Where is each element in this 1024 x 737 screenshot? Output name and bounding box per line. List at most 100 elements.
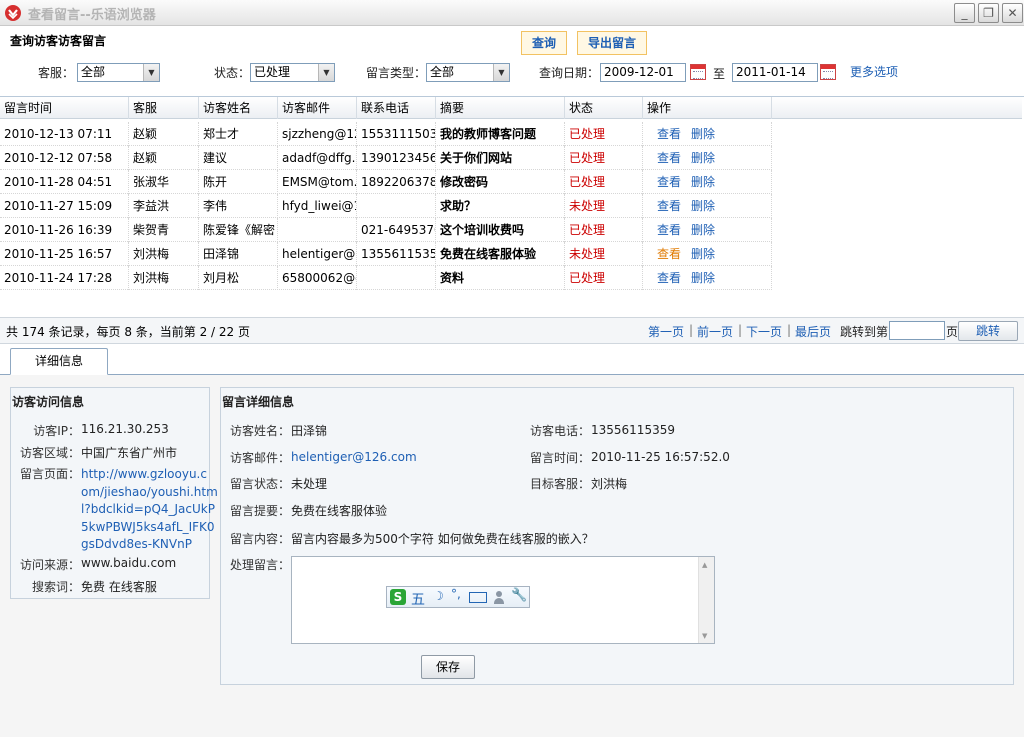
calendar-icon[interactable] bbox=[690, 64, 706, 80]
date-from-input[interactable]: 2009-12-01 bbox=[600, 63, 686, 82]
date-separator: 至 bbox=[713, 67, 726, 81]
cell-phone: 021-6495370 bbox=[357, 218, 436, 242]
visit-page-link[interactable]: http://www.gzlooyu.c om/jieshao/youshi.h… bbox=[81, 466, 218, 554]
table-row[interactable]: 2010-12-12 07:58 赵颖 建议 adadf@dffg.v 13901234… bbox=[0, 146, 772, 170]
header-summary: 摘要 bbox=[436, 97, 565, 119]
message-content-label: 留言内容： bbox=[229, 532, 290, 546]
cell-summary: 修改密码 bbox=[436, 170, 565, 194]
view-link[interactable]: 查看 bbox=[657, 199, 681, 213]
search-button[interactable]: 查询 bbox=[521, 31, 568, 55]
view-link[interactable]: 查看 bbox=[657, 127, 681, 141]
export-button[interactable]: 导出留言 bbox=[577, 31, 648, 55]
prev-page-link[interactable]: 前一页 bbox=[697, 323, 733, 340]
close-button[interactable]: ✕ bbox=[1002, 3, 1023, 23]
source-label: 访问来源： bbox=[19, 558, 80, 572]
table-row[interactable]: 2010-11-25 16:57 刘洪梅 田泽锦 helentiger@1 135561… bbox=[0, 242, 772, 266]
scroll-down-icon[interactable]: ▼ bbox=[702, 632, 707, 640]
cell-summary: 免费在线客服体验 bbox=[436, 242, 565, 266]
calendar-icon[interactable] bbox=[820, 64, 836, 80]
cell-email: adadf@dffg.v bbox=[278, 146, 357, 170]
delete-link[interactable]: 删除 bbox=[691, 175, 715, 189]
visitor-phone-value: 13556115359 bbox=[591, 423, 675, 437]
cell-summary: 我的教师博客问题 bbox=[436, 122, 565, 146]
cell-actions: 查看 删除 bbox=[643, 218, 772, 242]
restore-button[interactable]: ❐ bbox=[978, 3, 999, 23]
view-link[interactable]: 查看 bbox=[657, 151, 681, 165]
message-summary-value: 免费在线客服体验 bbox=[291, 504, 388, 518]
page-url-line: 5kwPBWJ5ks4afL_IFK0 bbox=[81, 519, 215, 534]
delete-link[interactable]: 删除 bbox=[691, 271, 715, 285]
cell-phone: 18922063789 bbox=[357, 170, 436, 194]
page-url-line: http://www.gzlooyu.c bbox=[81, 467, 207, 481]
delete-link[interactable]: 删除 bbox=[691, 247, 715, 261]
cell-agent: 赵颖 bbox=[129, 122, 199, 146]
service-select[interactable]: 全部 ▼ bbox=[77, 63, 160, 82]
view-link[interactable]: 查看 bbox=[657, 223, 681, 237]
cell-actions: 查看 删除 bbox=[643, 122, 772, 146]
textarea-scrollbar[interactable]: ▲ ▼ bbox=[698, 557, 714, 643]
table-row[interactable]: 2010-11-27 15:09李益洪李伟hfyd_liwei@1(求助？未处理… bbox=[0, 194, 772, 218]
pager-separator: | bbox=[689, 323, 694, 337]
page-url-line: om/jieshao/youshi.htm bbox=[81, 484, 218, 499]
message-content-value: 留言内容最多为500个字符 如何做免费在线客服的嵌入？ bbox=[291, 532, 594, 546]
last-page-link[interactable]: 最后页 bbox=[795, 323, 831, 340]
visitor-name-value: 田泽锦 bbox=[291, 424, 328, 438]
cell-time: 2010-11-26 16:39 bbox=[0, 218, 129, 242]
delete-link[interactable]: 删除 bbox=[691, 127, 715, 141]
table-row[interactable]: 2010-11-28 04:51 张淑华 陈开 EMSM@tom.c 189220637… bbox=[0, 170, 772, 194]
minimize-button[interactable]: _ bbox=[954, 3, 975, 23]
cell-actions: 查看 删除 bbox=[643, 146, 772, 170]
view-link[interactable]: 查看 bbox=[657, 175, 681, 189]
message-time-label: 留言时间： bbox=[529, 451, 590, 465]
cell-status: 已处理 bbox=[565, 146, 643, 170]
cell-time: 2010-11-24 17:28 bbox=[0, 266, 129, 290]
view-link[interactable]: 查看 bbox=[657, 271, 681, 285]
delete-link[interactable]: 删除 bbox=[691, 199, 715, 213]
goto-button[interactable]: 跳转 bbox=[958, 321, 1018, 341]
first-page-link[interactable]: 第一页 bbox=[648, 323, 684, 340]
source-value: www.baidu.com bbox=[81, 556, 177, 570]
cell-agent: 赵颖 bbox=[129, 146, 199, 170]
cell-summary: 关于你们网站 bbox=[436, 146, 565, 170]
keyword-label: 搜索词： bbox=[31, 580, 80, 594]
save-button[interactable]: 保存 bbox=[421, 655, 475, 679]
app-logo-icon bbox=[5, 5, 21, 21]
delete-link[interactable]: 删除 bbox=[691, 223, 715, 237]
cell-phone: 13901234567 bbox=[357, 146, 436, 170]
header-actions: 操作 bbox=[643, 97, 772, 119]
service-select-value: 全部 bbox=[81, 65, 106, 79]
delete-link[interactable]: 删除 bbox=[691, 151, 715, 165]
cell-actions: 查看 删除 bbox=[643, 266, 772, 290]
region-label: 访客区域： bbox=[19, 446, 80, 460]
type-select[interactable]: 全部 ▼ bbox=[426, 63, 510, 82]
table-row[interactable]: 2010-11-24 17:28 刘洪梅 刘月松 65800062@q 资料 已处理 查看删… bbox=[0, 266, 772, 290]
visitor-email-link[interactable]: helentiger@126.com bbox=[291, 450, 417, 464]
next-page-link[interactable]: 下一页 bbox=[746, 323, 782, 340]
keyboard-icon bbox=[469, 592, 487, 603]
ip-label: 访客IP： bbox=[33, 424, 80, 438]
cell-status: 已处理 bbox=[565, 266, 643, 290]
status-select[interactable]: 已处理 ▼ bbox=[250, 63, 335, 82]
cell-email: hfyd_liwei@1( bbox=[278, 194, 357, 218]
date-to-input[interactable]: 2011-01-14 bbox=[732, 63, 818, 82]
scroll-up-icon[interactable]: ▲ bbox=[702, 561, 707, 569]
table-row[interactable]: 2010-12-13 07:11赵颖郑士才sjzzheng@1261553111… bbox=[0, 122, 772, 146]
tab-detail[interactable]: 详细信息 bbox=[10, 348, 108, 375]
target-agent-value: 刘洪梅 bbox=[591, 477, 628, 491]
cell-visitor-name: 建议 bbox=[199, 146, 278, 170]
chevron-down-icon: ▼ bbox=[143, 64, 159, 81]
goto-page-input[interactable] bbox=[889, 321, 945, 340]
ime-toolbar[interactable]: S 五 ☽ °, 🔧 bbox=[386, 586, 530, 608]
message-status-value: 未处理 bbox=[291, 477, 328, 491]
view-link[interactable]: 查看 bbox=[657, 247, 681, 261]
more-options-link[interactable]: 更多选项 bbox=[850, 63, 898, 80]
cell-actions: 查看 删除 bbox=[643, 170, 772, 194]
service-label: 客服： bbox=[38, 66, 75, 80]
user-icon bbox=[494, 591, 504, 605]
type-label: 留言类型： bbox=[366, 66, 427, 80]
cell-email: EMSM@tom.c bbox=[278, 170, 357, 194]
message-status-label: 留言状态： bbox=[229, 477, 290, 491]
cell-agent: 刘洪梅 bbox=[129, 242, 199, 266]
cell-phone bbox=[357, 266, 436, 290]
table-row[interactable]: 2010-11-26 16:39 柴贺青 陈爱锋《解密 021-6495370 这个培训… bbox=[0, 218, 772, 242]
